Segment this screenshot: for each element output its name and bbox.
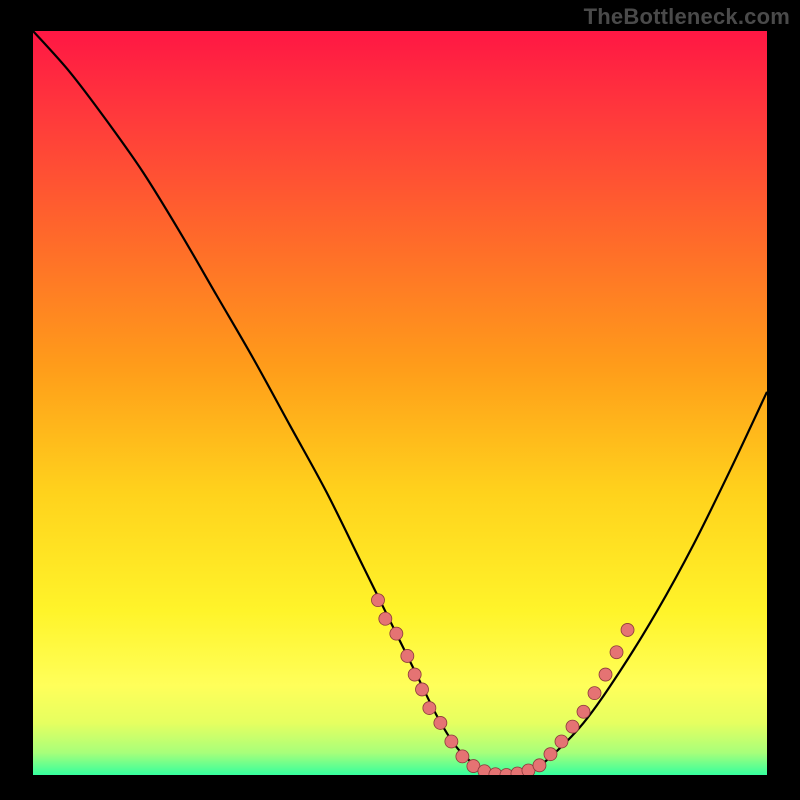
data-point xyxy=(371,594,384,607)
data-point xyxy=(478,765,491,778)
data-point xyxy=(599,668,612,681)
data-point xyxy=(401,649,414,662)
data-point xyxy=(577,705,590,718)
bottleneck-chart xyxy=(0,0,800,800)
data-point xyxy=(544,748,557,761)
data-point xyxy=(379,612,392,625)
data-point xyxy=(408,668,421,681)
data-point xyxy=(423,702,436,715)
data-point xyxy=(416,683,429,696)
data-point xyxy=(588,687,601,700)
watermark-label: TheBottleneck.com xyxy=(584,4,790,30)
data-point xyxy=(566,720,579,733)
data-point xyxy=(555,735,568,748)
data-point xyxy=(445,735,458,748)
data-point xyxy=(610,646,623,659)
chart-stage: TheBottleneck.com xyxy=(0,0,800,800)
gradient-background xyxy=(33,31,767,775)
data-point xyxy=(390,627,403,640)
data-point xyxy=(434,716,447,729)
data-point xyxy=(533,759,546,772)
data-point xyxy=(621,623,634,636)
data-point xyxy=(456,750,469,763)
